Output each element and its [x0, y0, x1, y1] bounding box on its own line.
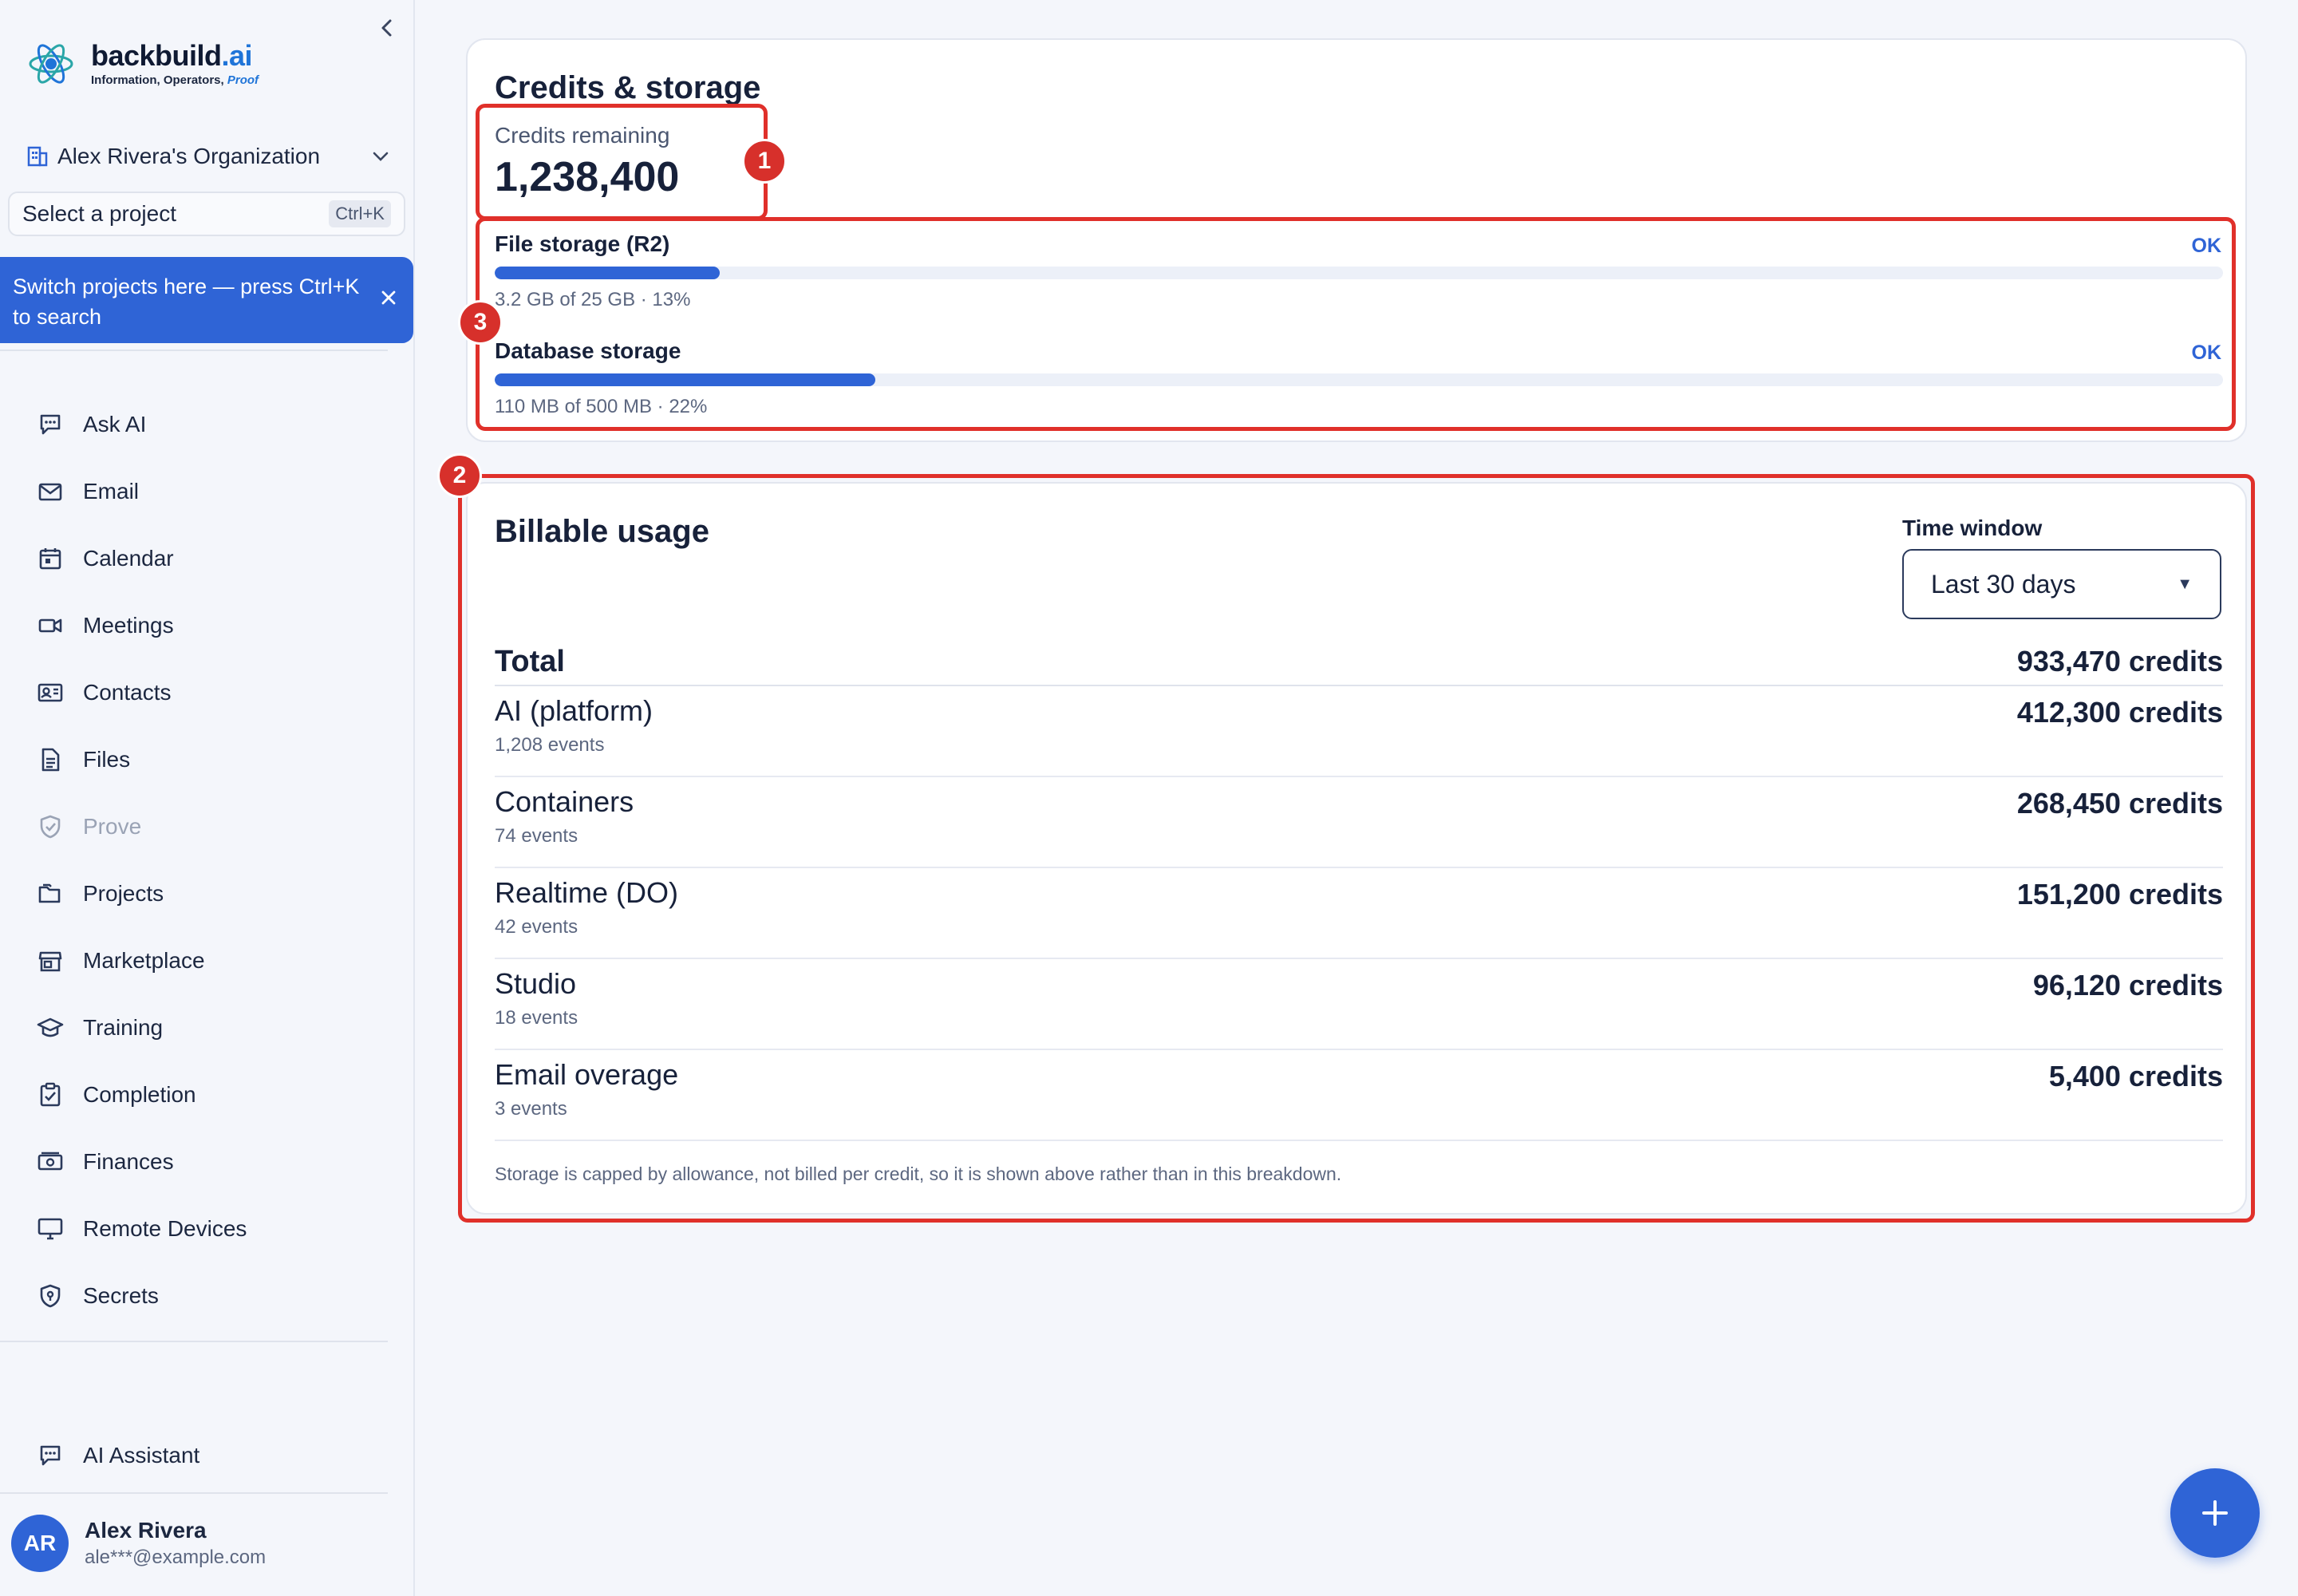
- sidebar-item-label: Meetings: [83, 613, 174, 638]
- sidebar-divider: [0, 1492, 388, 1494]
- money-icon: [35, 1147, 65, 1177]
- chevron-down-icon: [373, 152, 389, 161]
- user-email: ale***@example.com: [85, 1547, 267, 1568]
- store-icon: [35, 946, 65, 976]
- credits-card-title: Credits & storage: [495, 70, 761, 105]
- sidebar-item-label: Remote Devices: [83, 1216, 247, 1241]
- brand-logo[interactable]: backbuild.ai Information, Operators, Pro…: [27, 38, 259, 89]
- sidebar: backbuild.ai Information, Operators, Pro…: [0, 0, 415, 1596]
- sidebar-item-label: Marketplace: [83, 948, 205, 973]
- sidebar-item-label: Ask AI: [83, 412, 147, 437]
- clipboard-check-icon: [35, 1080, 65, 1110]
- sidebar-item-finances[interactable]: Finances: [35, 1143, 174, 1181]
- annotation-box-usage: [458, 474, 2255, 1223]
- sidebar-item-secrets[interactable]: Secrets: [35, 1277, 159, 1315]
- user-name: Alex Rivera: [85, 1518, 207, 1543]
- sidebar-item-label: Secrets: [83, 1283, 159, 1308]
- atom-logo-icon: [29, 44, 73, 84]
- sidebar-item-ai-assistant[interactable]: AI Assistant: [35, 1436, 199, 1475]
- sidebar-item-marketplace[interactable]: Marketplace: [35, 942, 205, 980]
- tip-text: Switch projects here — press Ctrl+K to s…: [13, 275, 360, 329]
- chat-icon: [35, 1440, 65, 1471]
- video-icon: [35, 610, 65, 641]
- organization-switcher[interactable]: Alex Rivera's Organization: [26, 140, 389, 172]
- project-switch-tip: Switch projects here — press Ctrl+K to s…: [0, 257, 413, 343]
- building-icon: [27, 146, 48, 167]
- organization-name: Alex Rivera's Organization: [57, 144, 321, 168]
- brand-tagline: Information, Operators, Proof: [91, 73, 259, 87]
- add-button[interactable]: [2170, 1468, 2260, 1558]
- brand-name: backbuild.ai: [91, 38, 253, 72]
- sidebar-item-contacts[interactable]: Contacts: [35, 674, 172, 712]
- sidebar-item-label: Prove: [83, 814, 142, 839]
- file-icon: [35, 745, 65, 775]
- sidebar-item-projects[interactable]: Projects: [35, 875, 164, 913]
- sidebar-item-label: Contacts: [83, 680, 172, 705]
- sidebar-item-completion[interactable]: Completion: [35, 1076, 196, 1114]
- plus-icon: [2202, 1500, 2228, 1526]
- tip-close-button[interactable]: [377, 286, 401, 310]
- shortcut-badge: Ctrl+K: [329, 200, 391, 227]
- project-selector-placeholder: Select a project: [22, 201, 176, 226]
- sidebar-item-label: AI Assistant: [83, 1443, 200, 1468]
- sidebar-item-remote-devices[interactable]: Remote Devices: [35, 1210, 247, 1248]
- chat-icon: [35, 409, 65, 440]
- sidebar-item-label: Files: [83, 747, 131, 772]
- sidebar-item-email[interactable]: Email: [35, 472, 139, 511]
- annotation-badge-1: 1: [742, 139, 787, 184]
- folders-icon: [35, 879, 65, 909]
- sidebar-divider: [0, 1341, 388, 1342]
- monitor-icon: [35, 1214, 65, 1244]
- sidebar-item-label: Projects: [83, 881, 164, 906]
- graduation-cap-icon: [35, 1013, 65, 1043]
- avatar: AR: [11, 1515, 69, 1572]
- sidebar-item-calendar[interactable]: Calendar: [35, 539, 174, 578]
- sidebar-divider: [0, 350, 388, 351]
- user-profile[interactable]: AR Alex Rivera ale***@example.com: [11, 1515, 266, 1572]
- shield-lock-icon: [35, 1281, 65, 1311]
- sidebar-item-label: Finances: [83, 1149, 174, 1174]
- collapse-sidebar-button[interactable]: [375, 16, 399, 40]
- contact-card-icon: [35, 678, 65, 708]
- sidebar-item-label: Calendar: [83, 546, 174, 571]
- sidebar-item-training[interactable]: Training: [35, 1009, 163, 1047]
- sidebar-item-label: Training: [83, 1015, 164, 1040]
- annotation-box-storage: [476, 217, 2236, 431]
- project-selector[interactable]: Select a project Ctrl+K: [8, 192, 405, 236]
- annotation-box-credits: [476, 104, 768, 220]
- sidebar-item-prove[interactable]: Prove: [35, 808, 141, 846]
- close-icon: [381, 290, 396, 305]
- sidebar-item-meetings[interactable]: Meetings: [35, 606, 174, 645]
- sidebar-item-files[interactable]: Files: [35, 741, 130, 779]
- annotation-badge-2: 2: [437, 453, 482, 498]
- sidebar-item-label: Completion: [83, 1082, 196, 1107]
- annotation-badge-3: 3: [458, 300, 503, 345]
- calendar-icon: [35, 543, 65, 574]
- chevron-left-icon: [381, 19, 392, 37]
- mail-icon: [35, 476, 65, 507]
- sidebar-item-label: Email: [83, 479, 140, 504]
- sidebar-item-ask-ai[interactable]: Ask AI: [35, 405, 146, 444]
- shield-check-icon: [35, 812, 65, 842]
